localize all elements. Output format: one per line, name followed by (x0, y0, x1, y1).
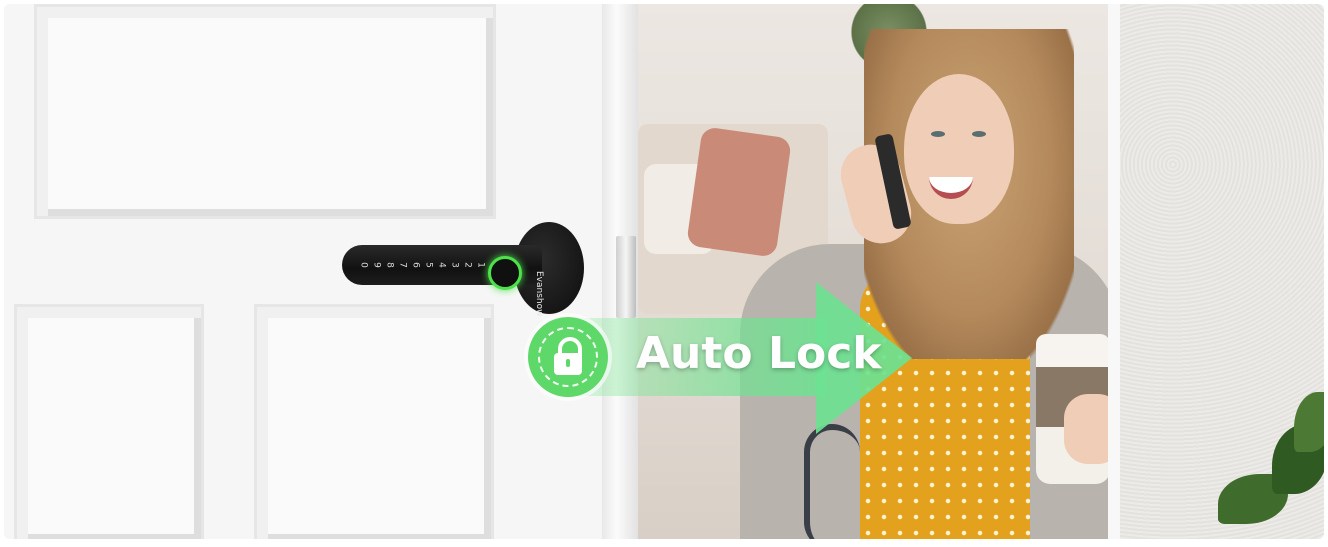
keypad-key: 3 (449, 262, 460, 268)
keypad-key: 9 (371, 262, 382, 268)
brand-label: Evanshow (534, 271, 544, 317)
keypad-key: 1 (475, 262, 486, 268)
keypad-key: 0 (358, 262, 369, 268)
product-photo: 0 9 8 7 6 5 4 3 2 1 Evanshow Auto Lock (4, 4, 1324, 539)
strike-plate (616, 236, 636, 318)
keypad-key: 2 (462, 262, 473, 268)
fingerprint-sensor-icon (488, 256, 522, 290)
door-panel-bottom-right (254, 304, 494, 539)
keyhole-icon (566, 359, 570, 367)
keypad-key: 7 (397, 262, 408, 268)
right-eye (972, 131, 986, 137)
left-eye (931, 131, 945, 137)
door-panel-top (34, 4, 496, 219)
pillow-terracotta (686, 126, 792, 258)
keypad: 0 9 8 7 6 5 4 3 2 1 (358, 254, 490, 276)
auto-lock-badge (528, 317, 608, 397)
auto-lock-label: Auto Lock (636, 328, 882, 379)
door-panel-bottom-left (14, 304, 204, 539)
keypad-key: 5 (423, 262, 434, 268)
bag-strap (804, 424, 860, 539)
wall-edge (1108, 4, 1120, 539)
keypad-key: 6 (410, 262, 421, 268)
keypad-key: 8 (384, 262, 395, 268)
face (904, 74, 1014, 224)
keypad-key: 4 (436, 262, 447, 268)
